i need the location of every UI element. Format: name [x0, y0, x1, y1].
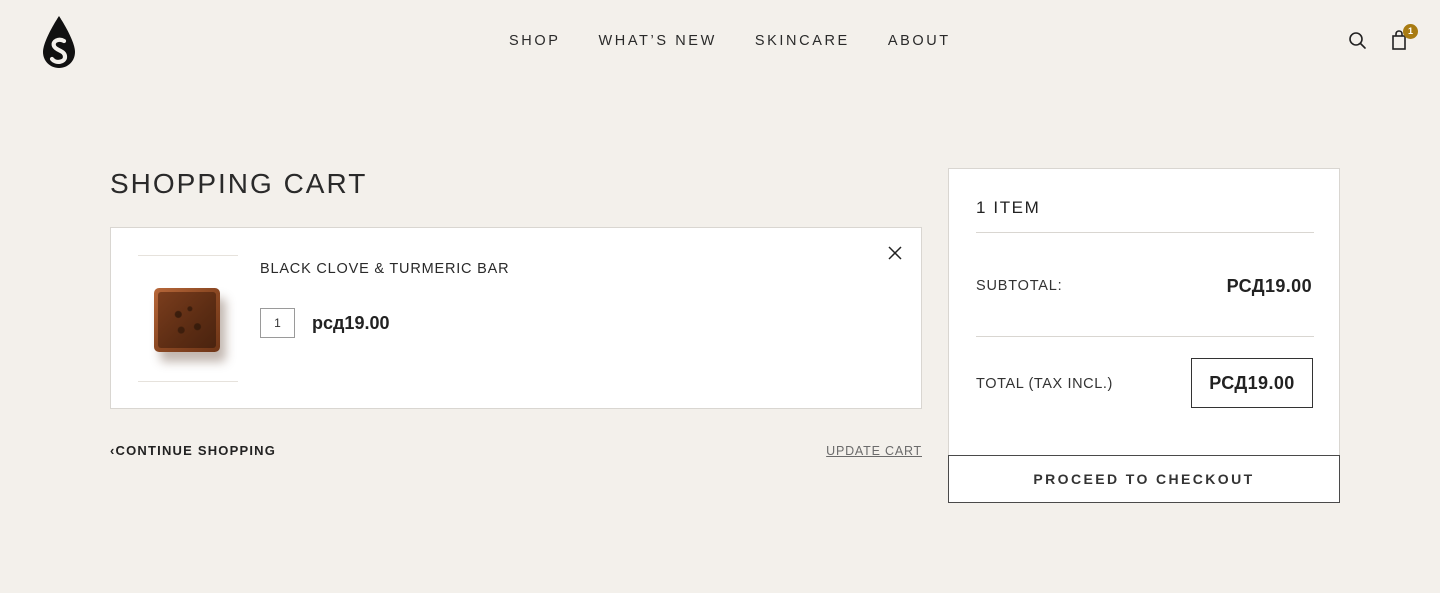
total-label: TOTAL (TAX INCL.) — [976, 376, 1113, 392]
divider — [976, 336, 1314, 337]
nav-about[interactable]: ABOUT — [888, 32, 951, 50]
product-name[interactable]: BLACK CLOVE & TURMERIC BAR — [260, 260, 509, 278]
order-summary: 1 ITEM SUBTOTAL: РСД19.00 TOTAL (TAX INC… — [948, 168, 1340, 456]
divider — [976, 232, 1314, 233]
drop-logo[interactable] — [40, 14, 78, 70]
thumb-divider — [138, 381, 238, 382]
subtotal-value: РСД19.00 — [1226, 276, 1312, 296]
nav-shop[interactable]: SHOP — [509, 32, 561, 50]
total-value: РСД19.00 — [1191, 358, 1313, 408]
drop-logo-icon — [43, 16, 75, 68]
continue-shopping-link[interactable]: ‹CONTINUE SHOPPING — [110, 443, 276, 459]
page-title: SHOPPING CART — [110, 168, 368, 199]
update-cart-link[interactable]: UPDATE CART — [826, 443, 922, 459]
search-icon[interactable] — [1348, 31, 1367, 50]
soap-bar-image — [154, 288, 220, 352]
cart-item-card: BLACK CLOVE & TURMERIC BAR рсд19.00 — [110, 227, 922, 409]
main-nav: SHOP WHAT’S NEW SKINCARE ABOUT — [509, 32, 951, 50]
soap-bar-top — [158, 292, 216, 348]
checkout-button[interactable]: PROCEED TO CHECKOUT — [948, 455, 1340, 503]
cart-count-badge: 1 — [1403, 24, 1418, 39]
nav-skincare[interactable]: SKINCARE — [755, 32, 850, 50]
item-price: рсд19.00 — [312, 313, 390, 333]
thumb-divider — [138, 255, 238, 256]
subtotal-label: SUBTOTAL: — [976, 278, 1063, 294]
item-count: 1 ITEM — [976, 198, 1041, 217]
quantity-input[interactable] — [260, 308, 295, 338]
close-icon[interactable] — [887, 245, 903, 261]
nav-whats-new[interactable]: WHAT’S NEW — [599, 32, 717, 50]
site-header: SHOP WHAT’S NEW SKINCARE ABOUT 1 — [0, 0, 1440, 84]
product-image[interactable] — [138, 255, 238, 382]
